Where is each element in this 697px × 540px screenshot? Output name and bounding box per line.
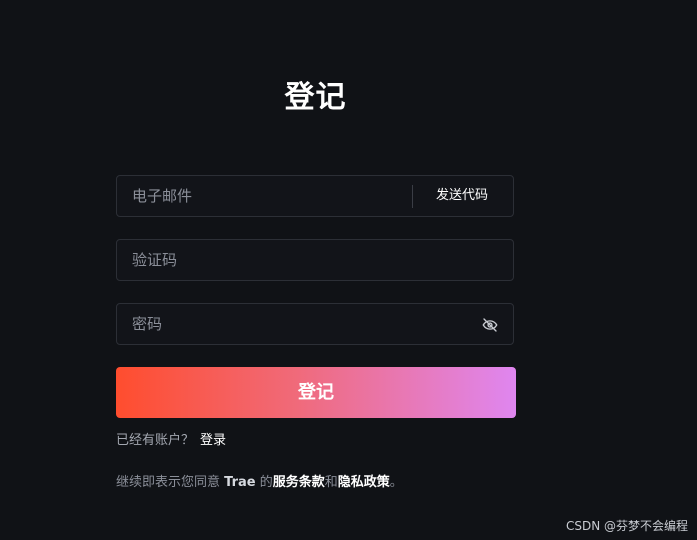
- verification-code-field: [116, 239, 514, 281]
- login-prompt: 已经有账户？ 登录: [116, 429, 226, 448]
- has-account-text: 已经有账户？: [116, 433, 195, 448]
- privacy-policy-link[interactable]: 隐私政策: [338, 475, 390, 490]
- password-field: [116, 303, 514, 345]
- terms-suffix: 。: [389, 475, 403, 490]
- terms-of-service-link[interactable]: 服务条款: [273, 475, 325, 490]
- send-code-button[interactable]: 发送代码: [411, 176, 513, 216]
- terms-prefix: 继续即表示您同意: [116, 475, 225, 490]
- eye-off-icon[interactable]: [481, 316, 499, 334]
- terms-and: 和: [324, 475, 338, 490]
- register-button[interactable]: 登记: [116, 367, 516, 418]
- email-field: 发送代码: [116, 175, 514, 217]
- password-input[interactable]: [117, 304, 467, 344]
- terms-of: 的: [255, 475, 273, 490]
- login-link[interactable]: 登录: [200, 433, 226, 448]
- page-title: 登记: [284, 80, 347, 115]
- email-input[interactable]: [117, 176, 407, 216]
- terms-brand: Trae: [224, 475, 256, 490]
- watermark: CSDN @芬梦不会编程: [565, 519, 688, 533]
- terms-notice: 继续即表示您同意 Trae 的服务条款和隐私政策。: [116, 471, 403, 490]
- verification-code-input[interactable]: [117, 240, 513, 280]
